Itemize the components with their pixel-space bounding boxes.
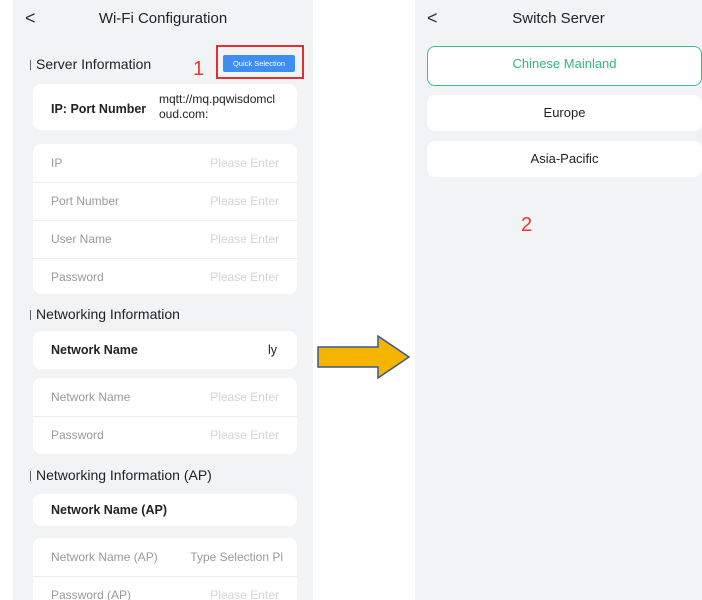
switch-server-screen: < Switch Server Chinese Mainland Europe … — [415, 0, 702, 600]
user-name-placeholder: Please Enter — [210, 232, 279, 246]
ip-port-value: mqtt://mq.pqwisdomcloud.com: — [159, 92, 276, 121]
ap-name-card[interactable]: Network Name (AP) — [33, 494, 297, 526]
network-fields-card: Network Name Please Enter Password Pleas… — [33, 378, 297, 454]
network-section-label: Networking Information — [30, 306, 180, 322]
page-title: Switch Server — [512, 10, 605, 27]
network-name-value: ly — [267, 343, 277, 357]
network-name-card[interactable]: Network Name ly — [33, 331, 297, 369]
password-field[interactable]: Password Please Enter — [33, 258, 297, 296]
ap-password-placeholder: Please Enter — [210, 588, 279, 600]
section-bar — [30, 310, 31, 321]
network-name-placeholder: Please Enter — [210, 390, 279, 404]
section-bar — [30, 60, 31, 71]
ap-section-label: Networking Information (AP) — [30, 467, 212, 483]
section-bar — [30, 471, 31, 482]
password-placeholder: Please Enter — [210, 270, 279, 284]
ap-network-name-field[interactable]: Network Name (AP) Type Selection Pl — [33, 538, 297, 577]
ap-network-name-label: Network Name (AP) — [51, 550, 158, 564]
page-title: Wi-Fi Configuration — [98, 10, 228, 27]
ip-port-card[interactable]: IP: Port Number mqtt://mq.pqwisdomcloud.… — [33, 84, 297, 130]
annotation-number-2: 2 — [521, 214, 533, 236]
password-label: Password — [51, 270, 104, 284]
annotation-number-1: 1 — [193, 58, 205, 80]
title-bar: < Switch Server — [415, 0, 702, 38]
ap-type-selection[interactable]: Type Selection Pl — [190, 550, 283, 564]
ip-port-label: IP: Port Number — [51, 102, 147, 116]
server-option-chinese-mainland[interactable]: Chinese Mainland — [427, 46, 702, 86]
network-name-label: Network Name — [51, 343, 138, 357]
network-name-field[interactable]: Network Name Please Enter — [33, 378, 297, 417]
user-name-field[interactable]: User Name Please Enter — [33, 220, 297, 259]
annotation-highlight-box — [216, 45, 304, 79]
port-number-placeholder: Please Enter — [210, 194, 279, 208]
ap-password-label: Password (AP) — [51, 588, 132, 600]
server-option-asia-pacific[interactable]: Asia-Pacific — [427, 141, 702, 177]
port-number-field[interactable]: Port Number Please Enter — [33, 182, 297, 221]
title-bar: < Wi-Fi Configuration — [13, 0, 313, 38]
wifi-configuration-screen: < Wi-Fi Configuration Server Information… — [13, 0, 313, 600]
right-arrow-icon — [317, 334, 411, 380]
port-number-label: Port Number — [51, 194, 120, 208]
network-name-field-label: Network Name — [51, 390, 131, 404]
server-section-label: Server Information — [30, 56, 151, 72]
ap-fields-card: Network Name (AP) Type Selection Pl Pass… — [33, 538, 297, 600]
server-option-europe[interactable]: Europe — [427, 95, 702, 131]
network-password-field[interactable]: Password Please Enter — [33, 416, 297, 454]
ip-label: IP — [51, 156, 63, 170]
ip-placeholder: Please Enter — [210, 156, 279, 170]
ap-name-label: Network Name (AP) — [51, 503, 167, 517]
ap-password-field[interactable]: Password (AP) Please Enter — [33, 576, 297, 600]
ip-field[interactable]: IP Please Enter — [33, 144, 297, 183]
user-name-label: User Name — [51, 232, 112, 246]
server-fields-card: IP Please Enter Port Number Please Enter… — [33, 144, 297, 294]
network-password-label: Password — [51, 428, 104, 442]
network-password-placeholder: Please Enter — [210, 428, 279, 442]
